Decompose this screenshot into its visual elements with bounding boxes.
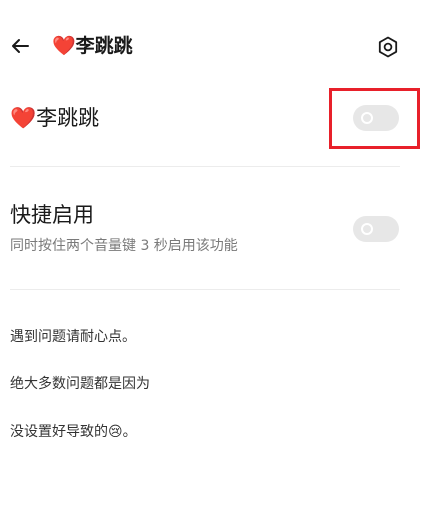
app-header: ❤️李跳跳 bbox=[0, 0, 437, 92]
main-toggle-switch[interactable] bbox=[353, 105, 399, 131]
quick-enable-title: 快捷启用 bbox=[10, 203, 94, 227]
toggle-knob bbox=[361, 112, 373, 124]
note-line: 没设置好导致的😢。 bbox=[10, 424, 137, 440]
settings-button[interactable] bbox=[374, 33, 402, 61]
toggle-knob bbox=[361, 223, 373, 235]
back-button[interactable] bbox=[6, 32, 34, 60]
quick-enable-description: 同时按住两个音量键 3 秒启用该功能 bbox=[10, 238, 238, 254]
page-title: ❤️李跳跳 bbox=[52, 35, 133, 57]
note-line: 绝大多数问题都是因为 bbox=[10, 376, 150, 392]
quick-enable-switch[interactable] bbox=[353, 216, 399, 242]
arrow-left-icon bbox=[12, 39, 29, 53]
hexagon-gear-icon bbox=[378, 36, 398, 58]
divider bbox=[10, 289, 400, 290]
main-toggle-label: ❤️李跳跳 bbox=[10, 106, 100, 130]
note-line: 遇到问题请耐心点。 bbox=[10, 329, 136, 345]
divider bbox=[10, 166, 400, 167]
